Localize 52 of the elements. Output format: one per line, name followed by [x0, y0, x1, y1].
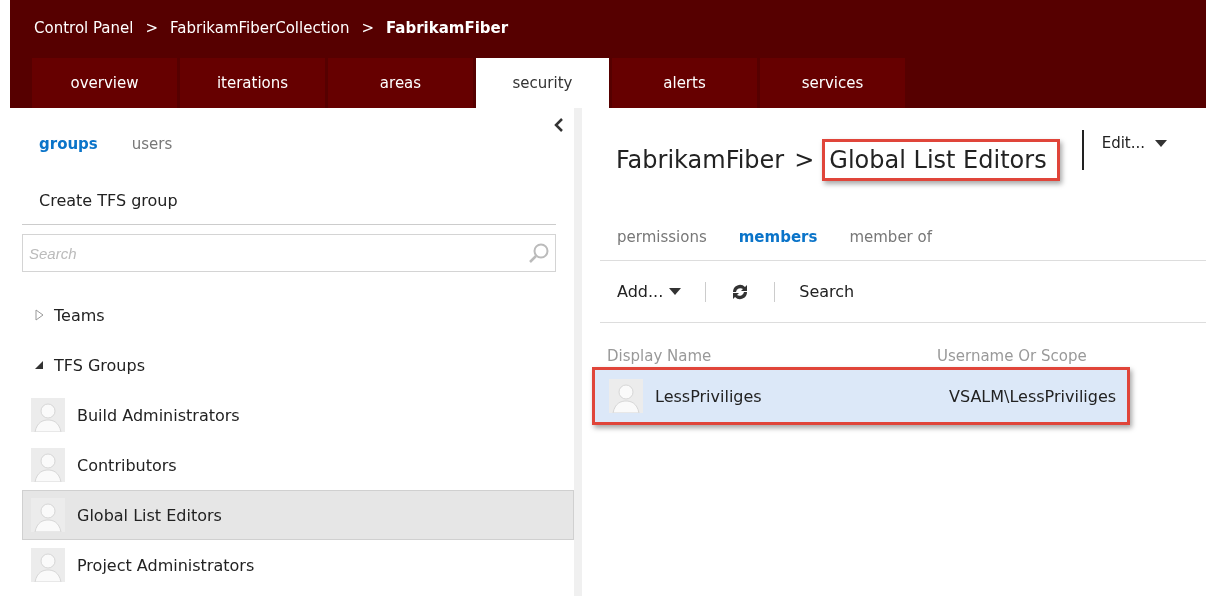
person-icon: [31, 448, 65, 482]
nav-tab[interactable]: security: [476, 58, 609, 108]
pivot-tab[interactable]: groups: [39, 135, 98, 153]
tree-node[interactable]: TFS Groups: [22, 340, 574, 390]
nav-tab[interactable]: areas: [328, 58, 473, 108]
group-item[interactable]: Contributors: [22, 440, 574, 490]
breadcrumb-separator: >: [361, 19, 374, 37]
table-cell: LessPriviliges: [655, 386, 762, 406]
edit-menu-button[interactable]: Edit...: [1101, 134, 1167, 152]
breadcrumb-link[interactable]: FabrikamFiberCollection: [170, 19, 350, 37]
create-group-link[interactable]: Create TFS group: [39, 191, 574, 210]
group-name: Build Administrators: [77, 405, 240, 425]
title-separator: >: [794, 146, 815, 174]
person-icon: [31, 548, 65, 582]
breadcrumb-link[interactable]: Control Panel: [34, 19, 134, 37]
group-name: Global List Editors: [77, 505, 222, 525]
search-field[interactable]: Search: [22, 234, 556, 272]
tree-label: Teams: [54, 305, 105, 325]
caret-icon: [669, 288, 682, 295]
group-item[interactable]: Global List Editors: [22, 490, 574, 540]
tree-node[interactable]: Teams: [22, 290, 574, 340]
group-item[interactable]: Project Administrators: [22, 540, 574, 590]
expanded-triangle-icon[interactable]: [34, 359, 44, 371]
nav-tab[interactable]: iterations: [180, 58, 325, 108]
group-item[interactable]: Build Administrators: [22, 390, 574, 440]
add-button[interactable]: Add...: [617, 282, 682, 301]
tree-label: TFS Groups: [54, 355, 145, 375]
nav-tab[interactable]: overview: [32, 58, 177, 108]
nav-tab[interactable]: services: [760, 58, 905, 108]
pivot-tab[interactable]: member of: [849, 228, 932, 246]
person-icon: [31, 398, 65, 432]
group-name: Project Administrators: [77, 555, 255, 575]
person-icon: [31, 498, 65, 532]
group-name: Contributors: [77, 455, 177, 475]
member-row[interactable]: LessPriviliges VSALM\LessPriviliges: [592, 367, 1130, 425]
collapsed-triangle-icon[interactable]: [34, 309, 44, 321]
pivot-tab[interactable]: members: [738, 228, 818, 246]
breadcrumb-link[interactable]: FabrikamFiber: [385, 19, 509, 37]
pivot-tab[interactable]: permissions: [617, 228, 707, 246]
column-header: Display Name: [607, 347, 713, 365]
caret-icon: [1155, 139, 1167, 147]
table-cell-text: VSALM\LessPriviliges: [949, 386, 1118, 406]
search-button[interactable]: Search: [799, 282, 855, 301]
pivot-tab[interactable]: users: [131, 135, 173, 153]
nav-tab[interactable]: alerts: [612, 58, 757, 108]
group-title: Global List Editors: [822, 139, 1060, 181]
column-header: Username Or Scope: [937, 347, 1088, 365]
collapse-icon[interactable]: [554, 118, 564, 132]
parent-title: FabrikamFiber: [616, 146, 785, 174]
search-icon: [528, 242, 550, 264]
breadcrumb-separator: >: [145, 19, 159, 37]
person-icon: [609, 379, 643, 413]
